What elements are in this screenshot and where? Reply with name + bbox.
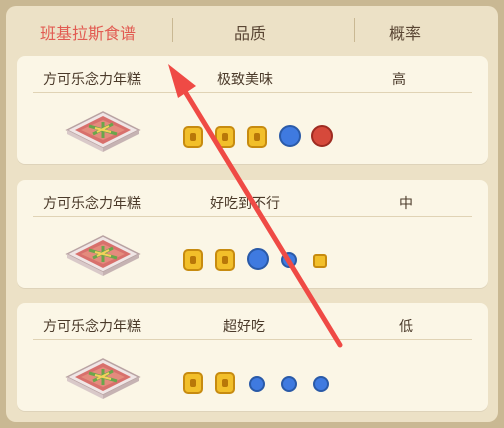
divider [33,339,472,340]
recipe-name: 方可乐念力年糕 [43,196,141,212]
yellow-berry-icon [215,249,235,271]
recipe-title[interactable]: 班基拉斯食谱 [40,20,136,44]
yellow-berry-icon [215,126,235,148]
small-blue-berry-icon [281,252,297,268]
recipe-quality: 超好吃 [223,319,265,335]
yellow-berry-icon [183,126,203,148]
recipe-quality: 极致美味 [217,72,273,88]
recipe-probability: 中 [399,196,413,212]
header-divider [172,18,173,42]
divider [33,216,472,217]
small-yellow-item-icon [313,254,327,268]
yellow-berry-icon [183,372,203,394]
red-berry-icon [311,125,333,147]
recipe-name: 方可乐念力年糕 [43,72,141,88]
yellow-berry-icon [215,372,235,394]
recipe-panel: 班基拉斯食谱 品质 概率 方可乐念力年糕 极致美味 高 方可乐念力年糕 好吃到不… [6,6,498,422]
probability-header: 概率 [389,24,422,43]
recipe-probability: 高 [392,72,406,88]
recipe-card[interactable]: 方可乐念力年糕 好吃到不行 中 [17,180,488,288]
nian-gao-dish-icon [65,358,141,399]
yellow-berry-icon [183,249,203,271]
blue-mushroom-icon [247,248,269,270]
header-divider [354,18,355,42]
yellow-berry-icon [247,126,267,148]
divider [33,92,472,93]
small-blue-berry-icon [281,376,297,392]
small-blue-berry-icon [249,376,265,392]
recipe-card[interactable]: 方可乐念力年糕 超好吃 低 [17,303,488,411]
blue-mushroom-icon [279,125,301,147]
recipe-probability: 低 [399,319,413,335]
small-blue-berry-icon [313,376,329,392]
quality-header: 品质 [234,24,267,43]
nian-gao-dish-icon [65,111,141,152]
recipe-card[interactable]: 方可乐念力年糕 极致美味 高 [17,56,488,164]
nian-gao-dish-icon [65,235,141,276]
recipe-quality: 好吃到不行 [210,196,280,212]
recipe-name: 方可乐念力年糕 [43,319,141,335]
recipe-header: 班基拉斯食谱 品质 概率 [6,6,498,54]
